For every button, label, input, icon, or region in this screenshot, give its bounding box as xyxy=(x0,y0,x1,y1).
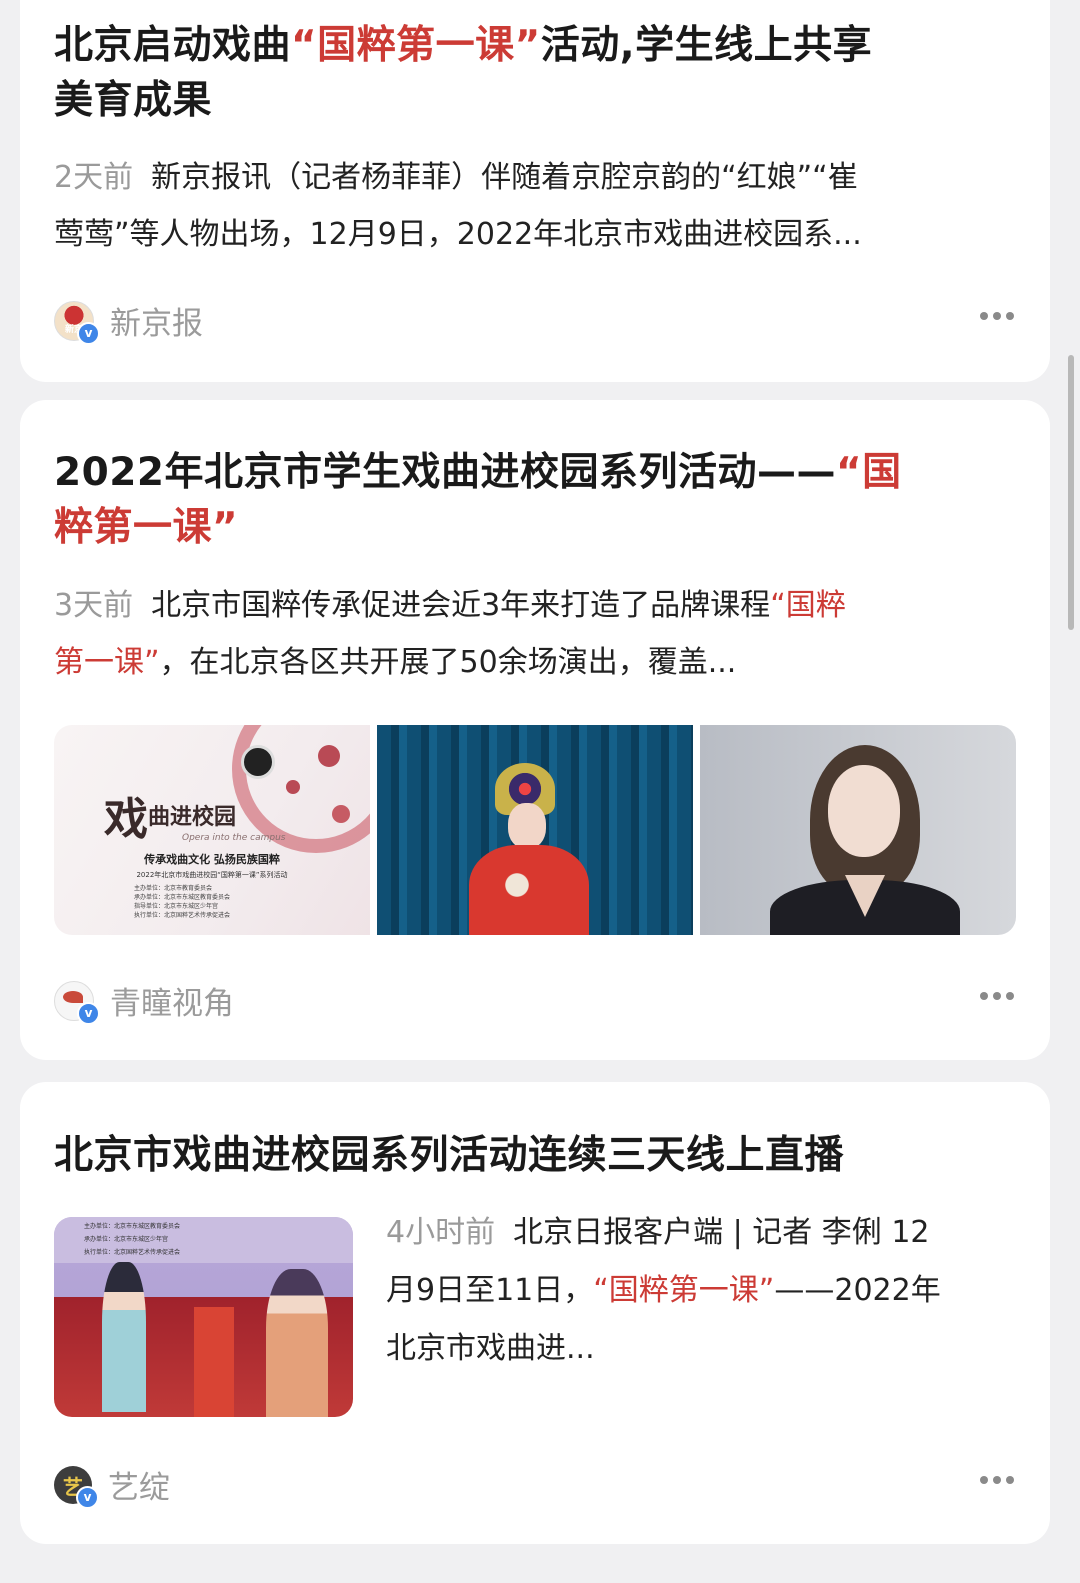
article-title[interactable]: 北京启动戏曲“国粹第一课”活动,学生线上共享 美育成果 xyxy=(54,18,1034,128)
article-source[interactable]: 新京 v 新京报 xyxy=(54,298,203,345)
source-name: 艺绽 xyxy=(108,1470,170,1506)
news-card[interactable]: 北京启动戏曲“国粹第一课”活动,学生线上共享 美育成果 2天前 新京报讯（记者杨菲… xyxy=(20,0,1050,382)
verified-badge-icon: v xyxy=(77,1001,100,1025)
article-title[interactable]: 2022年北京市学生戏曲进校园系列活动——“国 粹第一课” xyxy=(54,445,1034,555)
costume xyxy=(469,845,589,935)
article-source[interactable]: v 青瞳视角 xyxy=(54,978,234,1025)
performer-left xyxy=(102,1262,146,1412)
decor-dot xyxy=(318,745,340,767)
article-image-performer[interactable] xyxy=(377,725,693,935)
article-image-poster[interactable]: 戏曲进校园 Opera into the campus 传承戏曲文化 弘扬民族国… xyxy=(54,725,370,935)
verified-badge-icon: v xyxy=(76,1485,99,1509)
more-options-icon[interactable] xyxy=(980,310,1014,322)
article-summary: 3天前 北京市国粹传承促进会近3年来打造了品牌课程“国粹 第一课”，在北京各区共开… xyxy=(54,588,846,680)
performer-right xyxy=(266,1269,328,1417)
source-name: 新京报 xyxy=(110,306,203,342)
article-source[interactable]: 艺 v 艺绽 xyxy=(54,1462,170,1509)
more-options-icon[interactable] xyxy=(980,990,1014,1002)
source-avatar: 新京 v xyxy=(54,300,100,345)
article-image-portrait[interactable] xyxy=(700,725,1016,935)
face xyxy=(508,803,546,849)
article-summary: 4小时前 北京日报客户端 | 记者 李俐 12 月9日至11日，“国粹第一课”——… xyxy=(386,1215,941,1366)
source-name: 青瞳视角 xyxy=(110,986,234,1022)
bird-logo-icon xyxy=(63,990,83,1003)
publish-time: 3天前 xyxy=(54,588,134,623)
face xyxy=(828,765,900,857)
verified-badge-icon: v xyxy=(77,321,100,345)
decor-dot xyxy=(332,805,350,823)
more-options-icon[interactable] xyxy=(980,1474,1014,1486)
opera-mask-icon xyxy=(241,745,275,779)
decor-dot xyxy=(286,780,300,794)
news-card[interactable]: 北京市戏曲进校园系列活动连续三天线上直播 主办单位：北京市东城区教育委员会 承办… xyxy=(20,1082,1050,1544)
banner: 主办单位：北京市东城区教育委员会 承办单位：北京市东城区少年宫 执行单位：北京国… xyxy=(54,1217,353,1263)
source-avatar: 艺 v xyxy=(54,1465,99,1509)
source-avatar: v xyxy=(54,980,100,1025)
curtain xyxy=(194,1307,234,1417)
article-title[interactable]: 北京市戏曲进校园系列活动连续三天线上直播 xyxy=(54,1128,844,1183)
article-thumbnail[interactable]: 主办单位：北京市东城区教育委员会 承办单位：北京市东城区少年宫 执行单位：北京国… xyxy=(54,1217,353,1417)
scrollbar[interactable] xyxy=(1068,355,1074,630)
article-summary: 2天前 新京报讯（记者杨菲菲）伴随着京腔京韵的“红娘”“崔 莺莺”等人物出场，12… xyxy=(54,160,862,252)
news-card[interactable]: 2022年北京市学生戏曲进校园系列活动——“国 粹第一课” 3天前 北京市国粹传承… xyxy=(20,400,1050,1060)
publish-time: 4小时前 xyxy=(386,1215,496,1250)
publish-time: 2天前 xyxy=(54,160,134,195)
